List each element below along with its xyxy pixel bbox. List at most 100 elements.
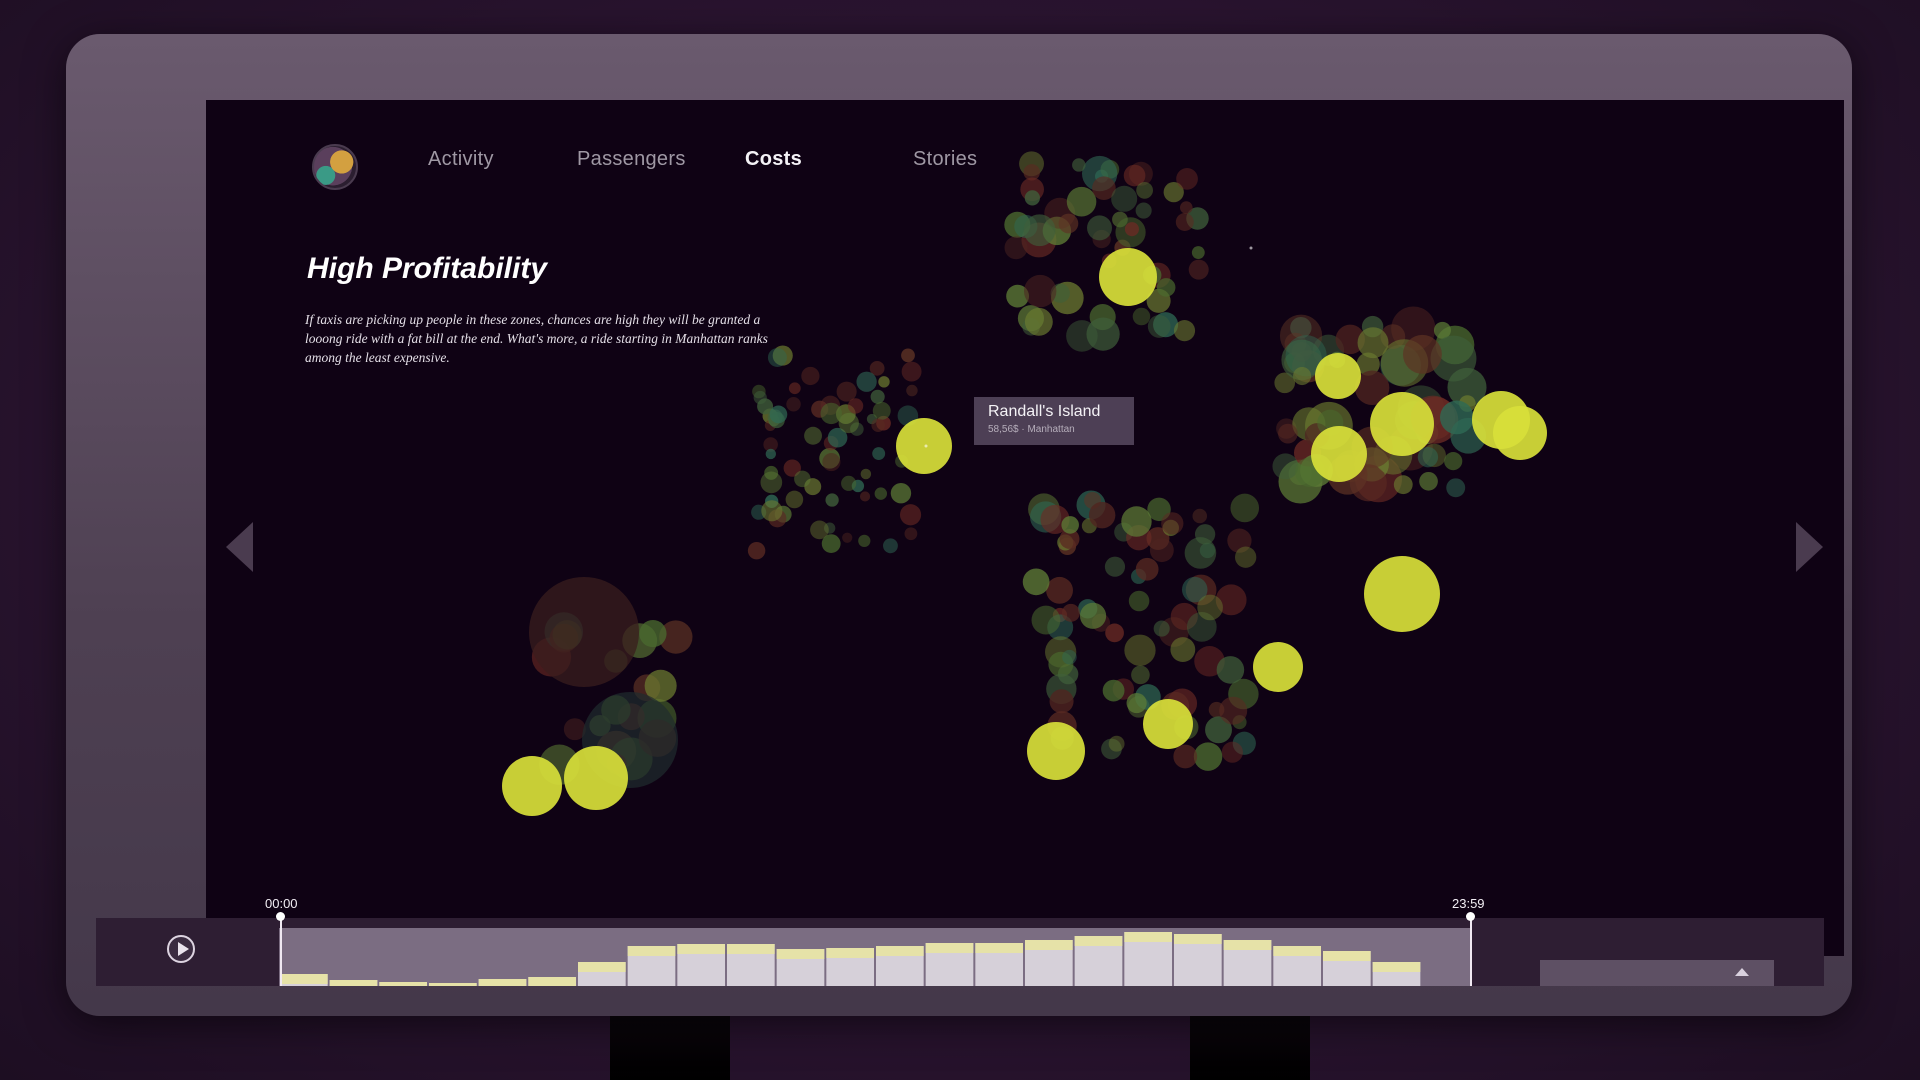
- zone-bubble[interactable]: [1173, 320, 1196, 342]
- high-profit-zone-bubble[interactable]: [1315, 353, 1361, 399]
- zone-bubble[interactable]: [1153, 620, 1170, 637]
- zone-bubble[interactable]: [1108, 735, 1125, 752]
- zone-bubble[interactable]: [1004, 236, 1028, 260]
- zone-bubble[interactable]: [1031, 605, 1061, 635]
- zone-bubble[interactable]: [529, 577, 639, 687]
- zone-bubble[interactable]: [1193, 742, 1223, 771]
- zone-bubble[interactable]: [838, 412, 859, 434]
- high-profit-zone-bubble[interactable]: [1027, 722, 1085, 780]
- zone-center-dot[interactable]: [1249, 246, 1253, 250]
- zone-bubble[interactable]: [901, 361, 922, 382]
- zone-bubble[interactable]: [1072, 158, 1086, 172]
- zone-bubble[interactable]: [825, 493, 839, 507]
- high-profit-zone-bubble[interactable]: [1370, 392, 1434, 456]
- zone-bubble[interactable]: [906, 384, 918, 397]
- zone-bubble[interactable]: [847, 398, 864, 414]
- zone-bubble[interactable]: [1058, 213, 1079, 234]
- zone-bubble[interactable]: [899, 504, 922, 526]
- zone-bubble[interactable]: [639, 619, 667, 648]
- high-profit-zone-bubble[interactable]: [1311, 426, 1367, 482]
- zone-bubble[interactable]: [1124, 222, 1139, 237]
- zone-bubble[interactable]: [1102, 679, 1125, 702]
- zone-bubble[interactable]: [1061, 603, 1080, 622]
- high-profit-zone-bubble[interactable]: [1493, 406, 1547, 460]
- zone-bubble[interactable]: [883, 538, 898, 554]
- zone-bubble[interactable]: [1161, 512, 1184, 535]
- bubble-map[interactable]: [206, 100, 1844, 956]
- zone-center-dot[interactable]: [924, 444, 928, 448]
- start-handle-line[interactable]: [280, 916, 282, 986]
- zone-bubble[interactable]: [1419, 471, 1438, 491]
- zone-bubble[interactable]: [1149, 538, 1174, 563]
- zone-bubble[interactable]: [1184, 537, 1217, 569]
- zone-bubble[interactable]: [1121, 506, 1152, 537]
- zone-bubble[interactable]: [858, 534, 871, 547]
- zone-bubble[interactable]: [1126, 692, 1147, 714]
- zone-bubble[interactable]: [786, 397, 801, 412]
- zone-bubble[interactable]: [1417, 446, 1439, 468]
- zone-bubble[interactable]: [1293, 366, 1312, 386]
- zone-bubble[interactable]: [872, 401, 891, 420]
- zone-bubble[interactable]: [1230, 493, 1260, 523]
- zone-bubble[interactable]: [760, 471, 783, 494]
- zone-bubble[interactable]: [753, 390, 767, 405]
- zone-bubble[interactable]: [1104, 556, 1126, 577]
- zone-bubble[interactable]: [1088, 501, 1116, 529]
- zone-bubble[interactable]: [1439, 400, 1474, 435]
- zone-bubble[interactable]: [1188, 259, 1209, 280]
- zone-bubble[interactable]: [1357, 327, 1389, 359]
- zone-bubble[interactable]: [1061, 516, 1079, 534]
- zone-bubble[interactable]: [1179, 201, 1193, 214]
- start-handle[interactable]: [276, 912, 285, 921]
- zone-bubble[interactable]: [1147, 315, 1171, 338]
- zone-bubble[interactable]: [1111, 185, 1138, 212]
- zone-bubble[interactable]: [1192, 508, 1208, 524]
- zone-bubble[interactable]: [765, 448, 776, 460]
- zone-bubble[interactable]: [1079, 602, 1107, 629]
- zone-bubble[interactable]: [1156, 278, 1176, 297]
- zone-bubble[interactable]: [1087, 215, 1112, 241]
- zone-bubble[interactable]: [856, 371, 877, 392]
- zone-bubble[interactable]: [1219, 696, 1248, 725]
- zone-bubble[interactable]: [860, 468, 872, 480]
- zone-bubble[interactable]: [871, 418, 885, 432]
- zone-bubble[interactable]: [822, 453, 841, 472]
- end-handle-line[interactable]: [1470, 916, 1472, 986]
- zone-bubble[interactable]: [1135, 202, 1152, 219]
- zone-bubble[interactable]: [901, 348, 915, 363]
- zone-bubble[interactable]: [1128, 590, 1150, 612]
- end-handle[interactable]: [1466, 912, 1475, 921]
- zone-bubble[interactable]: [872, 447, 886, 461]
- zone-bubble[interactable]: [904, 527, 918, 541]
- zone-bubble[interactable]: [769, 405, 788, 424]
- zone-bubble[interactable]: [874, 487, 888, 500]
- zone-bubble[interactable]: [1402, 334, 1442, 374]
- high-profit-zone-bubble[interactable]: [896, 418, 952, 474]
- zone-bubble[interactable]: [1272, 453, 1299, 480]
- zone-bubble[interactable]: [1197, 594, 1223, 621]
- zone-bubble[interactable]: [1173, 744, 1198, 769]
- zone-bubble[interactable]: [1176, 168, 1198, 190]
- high-profit-zone-bubble[interactable]: [1143, 699, 1193, 749]
- zone-bubble[interactable]: [1221, 741, 1243, 763]
- zone-bubble[interactable]: [1066, 320, 1098, 352]
- zone-bubble[interactable]: [1023, 274, 1057, 308]
- zone-bubble[interactable]: [1136, 181, 1154, 199]
- zone-bubble[interactable]: [1022, 568, 1050, 596]
- zone-bubble[interactable]: [785, 490, 804, 509]
- zone-bubble[interactable]: [821, 534, 841, 553]
- zone-bubble[interactable]: [747, 541, 766, 560]
- play-icon[interactable]: [167, 935, 195, 963]
- zone-bubble[interactable]: [820, 402, 842, 425]
- zone-bubble[interactable]: [1216, 656, 1245, 684]
- high-profit-zone-bubble[interactable]: [1099, 248, 1157, 306]
- zone-bubble[interactable]: [1046, 576, 1073, 604]
- zone-bubble[interactable]: [1132, 307, 1151, 326]
- zone-bubble[interactable]: [1393, 475, 1413, 495]
- zone-bubble[interactable]: [804, 426, 822, 445]
- high-profit-zone-bubble[interactable]: [1253, 642, 1303, 692]
- high-profit-zone-bubble[interactable]: [1364, 556, 1440, 632]
- zone-bubble[interactable]: [1124, 634, 1156, 666]
- high-profit-zone-bubble[interactable]: [502, 756, 562, 816]
- zone-bubble[interactable]: [1135, 557, 1159, 581]
